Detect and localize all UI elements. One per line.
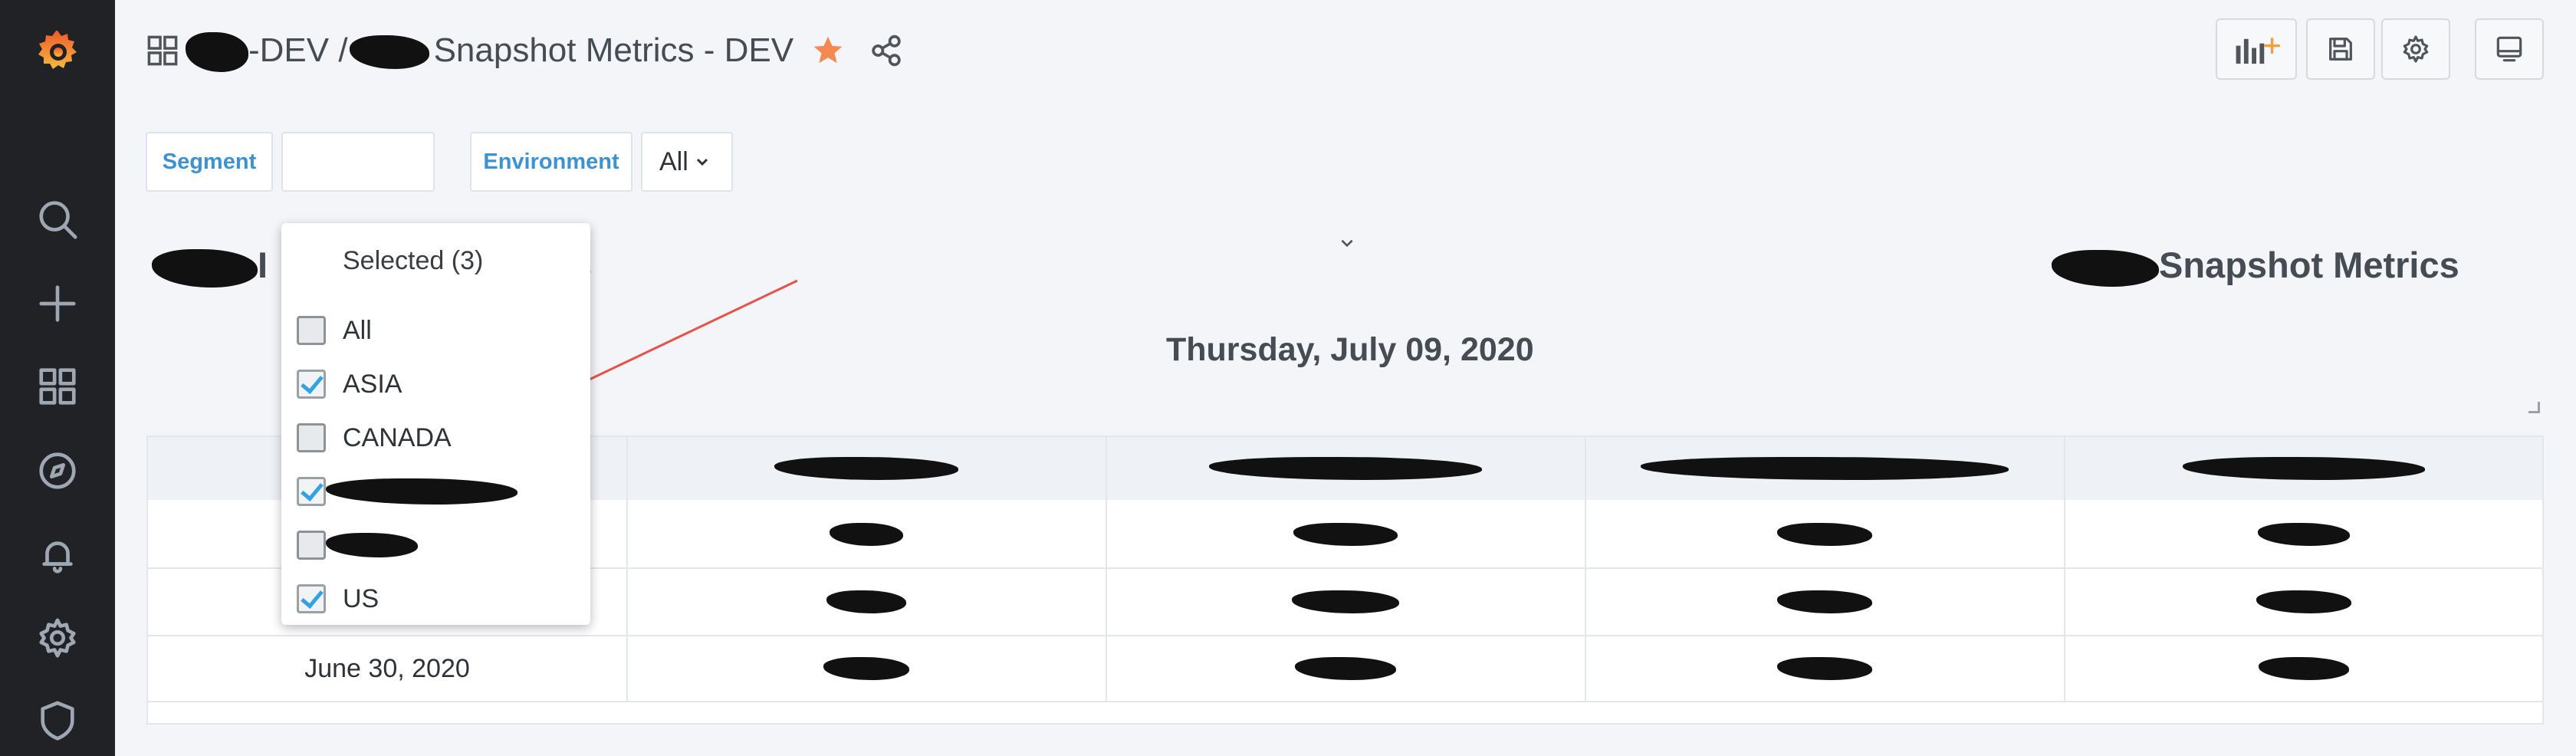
- table-cell-date: June 30, 2020: [304, 653, 470, 683]
- option-redacted-2[interactable]: [297, 524, 573, 567]
- redaction-mark: [1291, 590, 1399, 613]
- shield-icon[interactable]: [34, 698, 80, 744]
- dashboard-title[interactable]: -DEV / Snapshot Metrics - DEV: [186, 28, 794, 74]
- redaction-mark: [326, 533, 418, 557]
- option-us[interactable]: US: [297, 577, 573, 620]
- table-cell: [1106, 636, 1585, 701]
- dropdown-selected-count[interactable]: Selected (3): [343, 246, 483, 276]
- column-header[interactable]: [1106, 437, 1585, 500]
- table-cell: [2064, 636, 2543, 701]
- grafana-logo[interactable]: [34, 28, 80, 74]
- title-folder: -DEV /: [248, 31, 348, 69]
- table-cell: [1585, 569, 2064, 635]
- gear-icon[interactable]: [34, 615, 80, 661]
- table-cell: [1585, 501, 2064, 567]
- option-canada[interactable]: CANADA: [297, 416, 573, 459]
- redaction-mark: [152, 248, 258, 288]
- table-cell: [626, 501, 1106, 567]
- option-label: ASIA: [343, 369, 402, 399]
- option-label: US: [343, 583, 380, 613]
- left-panel-title: I: [152, 244, 268, 288]
- option-all[interactable]: All: [297, 309, 573, 352]
- add-panel-icon: [2236, 38, 2281, 64]
- dashboards-icon[interactable]: [34, 363, 80, 409]
- table-cell: [2064, 569, 2543, 635]
- redaction-mark: [2256, 590, 2351, 613]
- plus-icon[interactable]: [34, 281, 80, 327]
- redaction-mark: [2182, 457, 2425, 480]
- star-icon[interactable]: [810, 33, 846, 72]
- gear-icon: [2403, 35, 2429, 63]
- chevron-down-icon[interactable]: [1339, 235, 1355, 255]
- segment-select[interactable]: [281, 132, 435, 192]
- date-heading: Thursday, July 09, 2020: [1166, 331, 1534, 368]
- right-panel-title: Snapshot Metrics: [2052, 244, 2459, 287]
- redaction-mark: [1208, 457, 1482, 480]
- column-header[interactable]: [626, 437, 1106, 500]
- dashboard-settings-button[interactable]: [2381, 18, 2450, 80]
- title-name: Snapshot Metrics - DEV: [433, 31, 794, 69]
- bell-icon[interactable]: [34, 532, 80, 578]
- option-checkbox[interactable]: [297, 584, 326, 613]
- option-label: CANADA: [343, 422, 452, 452]
- redaction-mark: [826, 590, 906, 613]
- option-redacted-1[interactable]: [297, 470, 573, 513]
- redaction-mark: [1776, 590, 1872, 613]
- option-checkbox[interactable]: [297, 423, 326, 452]
- table-cell: [2064, 501, 2543, 567]
- compass-icon[interactable]: [34, 448, 80, 494]
- option-checkbox[interactable]: [297, 370, 326, 399]
- table-cell: [1585, 636, 2064, 701]
- redaction-mark: [829, 523, 903, 546]
- sidebar: [0, 0, 115, 756]
- save-icon: [2329, 38, 2352, 61]
- redaction-mark: [1776, 657, 1872, 680]
- redaction-mark: [1294, 657, 1396, 680]
- environment-select[interactable]: All: [641, 132, 733, 192]
- redaction-mark: [2258, 657, 2349, 680]
- add-panel-button[interactable]: [2216, 18, 2297, 80]
- share-icon[interactable]: [869, 33, 904, 72]
- chevron-down-icon: [696, 158, 708, 166]
- save-dashboard-button[interactable]: [2306, 18, 2375, 80]
- redaction-mark: [1776, 523, 1872, 546]
- option-checkbox[interactable]: [297, 316, 326, 345]
- dashboard-grid-icon[interactable]: [146, 34, 179, 71]
- segment-label: Segment: [146, 132, 273, 192]
- resize-handle[interactable]: [2528, 402, 2540, 413]
- segment-dropdown-menu: Selected (3) All ASIA CANADA US: [281, 223, 590, 625]
- redaction-mark: [2052, 249, 2159, 287]
- table-cell: [626, 636, 1106, 701]
- view-mode-button[interactable]: [2475, 18, 2544, 80]
- table-cell: [1106, 569, 1585, 635]
- column-header[interactable]: [2064, 437, 2543, 500]
- redaction-mark: [349, 35, 429, 70]
- redaction-mark: [774, 457, 958, 480]
- table-cell: [626, 569, 1106, 635]
- option-checkbox[interactable]: [297, 477, 326, 506]
- right-panel-title-text: Snapshot Metrics: [2159, 245, 2459, 285]
- column-header[interactable]: [1585, 437, 2064, 500]
- row-divider: [148, 701, 2542, 702]
- redaction-mark: [326, 478, 518, 505]
- table-cell: [1106, 501, 1585, 567]
- monitor-icon: [2496, 36, 2522, 62]
- environment-value: All: [659, 146, 688, 176]
- redaction-mark: [2257, 523, 2350, 546]
- redaction-mark: [186, 32, 248, 73]
- redaction-mark: [1293, 523, 1398, 546]
- search-icon[interactable]: [34, 196, 80, 242]
- option-asia[interactable]: ASIA: [297, 363, 573, 406]
- redaction-mark: [1640, 457, 2009, 480]
- option-checkbox[interactable]: [297, 531, 326, 560]
- option-label: All: [343, 315, 372, 345]
- environment-label: Environment: [470, 132, 632, 192]
- redaction-mark: [823, 657, 909, 680]
- left-panel-title-prefix: I: [258, 245, 268, 285]
